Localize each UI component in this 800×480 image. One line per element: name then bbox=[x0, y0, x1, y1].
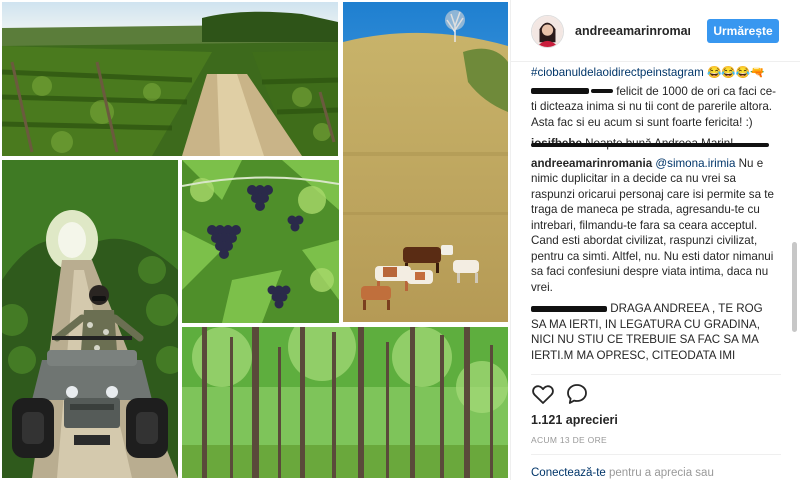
comments-list[interactable]: #ciobanuldelaoidirectpeinstagram 😂😂😂🔫 fe… bbox=[531, 62, 779, 374]
redacted-username bbox=[531, 305, 607, 312]
heart-outline-icon bbox=[532, 385, 554, 404]
divider bbox=[531, 374, 781, 375]
pasture-cows-photo bbox=[343, 2, 508, 322]
login-prompt: Conectează-te pentru a aprecia sau bbox=[531, 467, 714, 479]
post-header: andreeamarinromania Urmărește bbox=[511, 0, 800, 62]
like-button[interactable] bbox=[531, 382, 555, 406]
login-link[interactable]: Conectează-te bbox=[531, 467, 606, 479]
comment-button[interactable] bbox=[565, 382, 589, 406]
comment-item: DRAGA ANDREEA , TE ROG SA MA IERTI, IN L… bbox=[531, 301, 779, 363]
comments-scrollbar[interactable] bbox=[789, 62, 799, 374]
redaction-strike bbox=[531, 143, 769, 147]
post-side-panel: andreeamarinromania Urmărește #ciobanuld… bbox=[510, 0, 800, 480]
likes-count[interactable]: 1.121 aprecieri bbox=[531, 413, 618, 427]
comment-item: felicit de 1000 de ori ca faci ce-ti dic… bbox=[531, 84, 779, 131]
comment-item: iosifbebe Noapte bună Andreea Marin! bbox=[531, 136, 779, 152]
atv-rider-photo bbox=[2, 160, 178, 478]
login-prompt-text: pentru a aprecia sau bbox=[605, 467, 714, 479]
forest-photo bbox=[182, 327, 508, 478]
redacted-username bbox=[531, 88, 589, 95]
comment-text: Nu e nimic duplicitar in a decide ca nu … bbox=[531, 156, 774, 294]
post-photo-collage[interactable] bbox=[0, 0, 510, 480]
grapes-photo bbox=[182, 160, 339, 323]
follow-button[interactable]: Urmărește bbox=[707, 19, 779, 43]
divider bbox=[531, 454, 781, 455]
hashtag-link[interactable]: #ciobanuldelaoidirectpeinstagram bbox=[531, 66, 704, 79]
post-timestamp: ACUM 13 DE ORE bbox=[531, 435, 607, 445]
redaction-bar bbox=[591, 89, 613, 94]
comment-username[interactable]: andreeamarinromania bbox=[531, 157, 652, 170]
post-username[interactable]: andreeamarinromania bbox=[575, 24, 690, 38]
speech-bubble-icon bbox=[567, 384, 587, 404]
caption-hashtag: #ciobanuldelaoidirectpeinstagram 😂😂😂🔫 bbox=[531, 65, 779, 81]
scrollbar-thumb[interactable] bbox=[792, 242, 797, 332]
emoji-text: 😂😂😂🔫 bbox=[706, 66, 765, 79]
mention-link[interactable]: @simona.irimia bbox=[655, 157, 735, 170]
avatar[interactable] bbox=[531, 15, 564, 48]
comment-item: andreeamarinromania @simona.irimia Nu e … bbox=[531, 156, 779, 296]
vineyard-photo bbox=[2, 2, 338, 156]
